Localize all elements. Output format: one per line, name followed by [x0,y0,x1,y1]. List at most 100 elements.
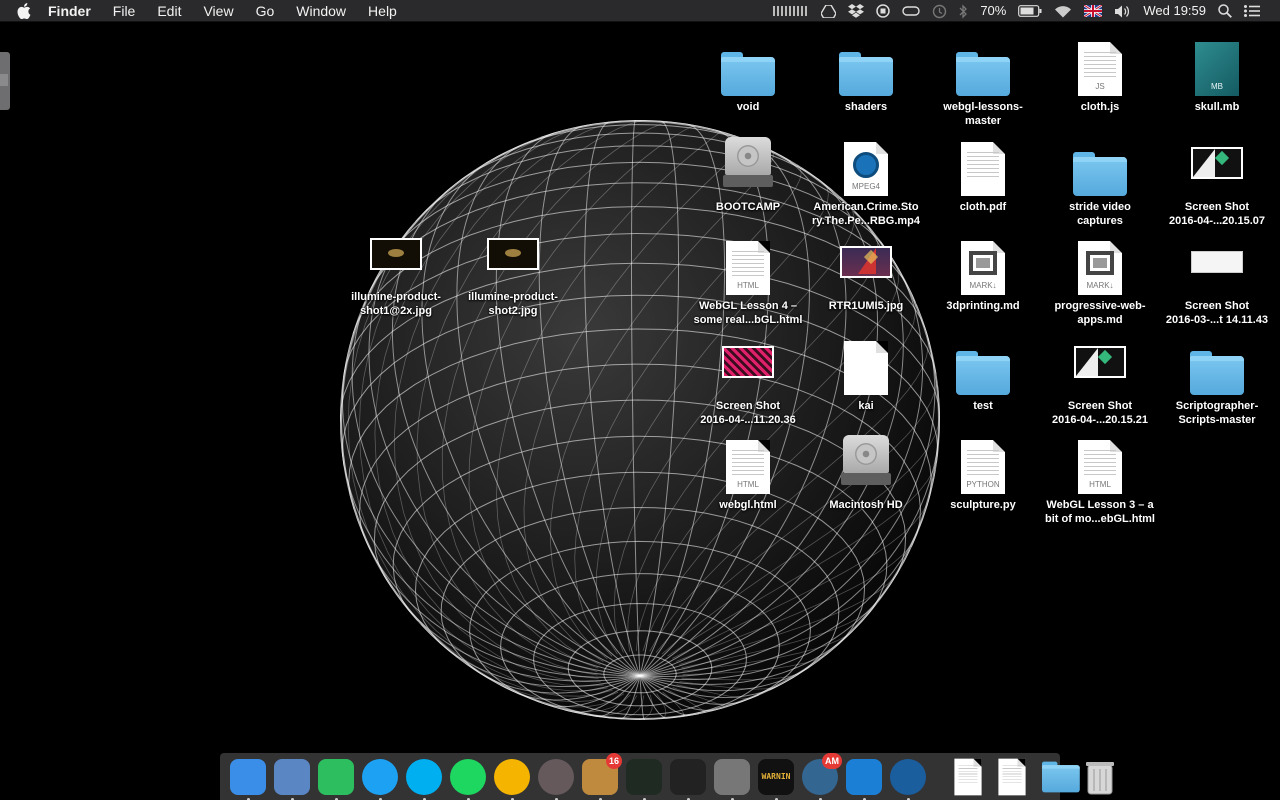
file-label: kai [858,399,874,412]
uk-flag-icon[interactable] [1084,0,1103,22]
google-drive-icon[interactable] [821,0,837,22]
desktop-item-progressive-web-apps-md[interactable]: MARK↓ progressive-web- apps.md [1040,229,1160,327]
time-machine-icon[interactable] [932,0,947,22]
document-stack-icon[interactable] [992,757,1032,797]
file-label: void [736,101,760,113]
desktop-item-scriptographer-scripts-master[interactable]: Scriptographer- Scripts-master [1157,329,1277,427]
menu-view[interactable]: View [192,0,244,22]
mail-icon[interactable] [272,757,312,800]
desktop[interactable]: illumine-product- shot1@2x.jpg illumine-… [0,22,1280,800]
file-label: cloth.js [1080,101,1120,113]
file-label: Scriptographer- Scripts-master [1175,399,1259,426]
status-area: 70% Wed 19:59 [767,0,1280,22]
image-thumbnail-icon [370,238,422,270]
menu-app-finder[interactable]: Finder [34,0,102,22]
desktop-item-webgl-lesson-4-some-real-bgl-html[interactable]: HTML WebGL Lesson 4 – some real...bGL.htm… [688,229,808,327]
system-preferences-icon[interactable] [712,757,752,800]
file-label: WebGL Lesson 4 – some real...bGL.html [693,300,803,326]
desktop-item-shaders[interactable]: shaders [806,30,926,114]
desktop-item-kai[interactable]: kai [806,329,926,413]
bluetooth-icon[interactable] [959,0,968,22]
desktop-item-stride-video-captures[interactable]: stride video captures [1040,130,1160,228]
file-label: Screen Shot 2016-04-...20.15.07 [1168,200,1266,227]
document-stack-icon[interactable] [948,757,988,797]
desktop-item-macintosh-hd[interactable]: Macintosh HD [806,428,926,512]
activity-meter-icon[interactable] [773,0,810,22]
desktop-file-illumine-shot1[interactable]: illumine-product- shot1@2x.jpg [336,238,456,318]
menu-go[interactable]: Go [245,0,286,22]
file-label: WebGL Lesson 3 – a bit of mo...ebGL.html [1045,499,1155,525]
desktop-item-cloth-js[interactable]: JS cloth.js [1040,30,1160,114]
evernote-icon[interactable] [316,757,356,800]
battery-percent[interactable]: 70% [980,0,1006,22]
menu-edit[interactable]: Edit [146,0,192,22]
xcode-icon[interactable] [844,757,884,800]
file-label: 3dprinting.md [946,300,1020,312]
volume-icon[interactable] [1114,0,1131,22]
desktop-item-screen-shot-2016-04-20-15-07[interactable]: Screen Shot 2016-04-...20.15.07 [1157,130,1277,228]
folder-icon [1073,151,1127,196]
downloads-folder-icon[interactable] [1036,757,1080,797]
menu-clock[interactable]: Wed 19:59 [1143,0,1206,22]
chrome-icon[interactable] [492,757,532,800]
activity-monitor-icon[interactable] [624,757,664,800]
image-thumbnail-icon [1191,146,1243,179]
image-thumbnail-icon [1074,345,1126,378]
terminal-icon[interactable] [668,757,708,800]
menu-help[interactable]: Help [357,0,408,22]
maya-file-icon: MB [1195,42,1239,96]
dock-apps: 16 WARNIN AM [226,752,930,800]
document-icon [961,141,1005,196]
trash-icon[interactable] [1080,757,1120,797]
postgres-elephant-icon[interactable]: AM [800,752,842,800]
archive-utility-icon[interactable]: 16 [580,752,622,800]
desktop-item-bootcamp[interactable]: BOOTCAMP [688,130,808,214]
skype-icon[interactable] [404,757,444,800]
folder-icon [721,52,775,96]
blank-document-icon [844,340,888,395]
hidden-window-edge[interactable] [0,52,10,110]
quicktime-icon[interactable] [888,757,928,800]
display-icon[interactable] [902,0,921,22]
file-extension-label: PYTHON [966,480,1000,489]
desktop-item-rtr1umi5-jpg[interactable]: RTR1UMI5.jpg [806,229,926,313]
desktop-item-screen-shot-2016-04-20-15-21[interactable]: Screen Shot 2016-04-...20.15.21 [1040,329,1160,427]
menu-window[interactable]: Window [285,0,357,22]
desktop-item-american-crime-sto-ry-the-pe-rbg-mp4[interactable]: MPEG4 American.Crime.Sto ry.The.Pe...RBG.… [806,130,926,228]
notification-center-icon[interactable] [1244,0,1260,22]
desktop-item-webgl-html[interactable]: HTML webgl.html [688,428,808,512]
apple-logo-icon[interactable] [14,0,34,22]
atom-icon[interactable] [536,757,576,800]
desktop-item-webgl-lesson-3-a-bit-of-mo-ebgl-html[interactable]: HTML WebGL Lesson 3 – a bit of mo...ebGL.… [1040,428,1160,526]
twitter-icon[interactable] [360,757,400,800]
hard-drive-icon [723,136,773,189]
dock: 16 WARNIN AM [220,752,1114,800]
file-label: RTR1UMI5.jpg [828,300,904,312]
desktop-item-screen-shot-2016-03-t-14-11-43[interactable]: Screen Shot 2016-03-...t 14.11.43 [1157,229,1277,327]
desktop-item-sculpture-py[interactable]: PYTHON sculpture.py [923,428,1043,512]
document-icon: HTML [726,241,770,295]
record-icon[interactable] [876,0,891,22]
spotify-icon[interactable] [448,757,488,800]
finder-icon[interactable] [228,757,268,800]
file-extension-label: HTML [737,281,759,290]
desktop-file-illumine-shot2[interactable]: illumine-product- shot2.jpg [453,238,573,318]
desktop-item-skull-mb[interactable]: MB skull.mb [1157,30,1277,114]
spotlight-search-icon[interactable] [1218,0,1232,22]
document-icon: PYTHON [961,440,1005,494]
dropbox-icon[interactable] [848,0,865,22]
desktop-item-screen-shot-2016-04-11-20-36[interactable]: Screen Shot 2016-04-...11.20.36 [688,329,808,427]
menu-file[interactable]: File [102,0,147,22]
dock-stacks [946,757,1122,797]
file-label: illumine-product- shot1@2x.jpg [351,291,441,317]
desktop-item-test[interactable]: test [923,329,1043,413]
desktop-item-void[interactable]: void [688,30,808,114]
desktop-item-3dprinting-md[interactable]: MARK↓ 3dprinting.md [923,229,1043,313]
file-label: Screen Shot 2016-04-...11.20.36 [700,399,796,426]
desktop-item-cloth-pdf[interactable]: cloth.pdf [923,130,1043,214]
wifi-icon[interactable] [1054,0,1072,22]
console-icon[interactable]: WARNIN [756,757,796,800]
file-extension-label: MARK↓ [1086,281,1114,290]
battery-icon[interactable] [1018,0,1042,22]
desktop-item-webgl-lessons-master[interactable]: webgl-lessons- master [923,30,1043,128]
